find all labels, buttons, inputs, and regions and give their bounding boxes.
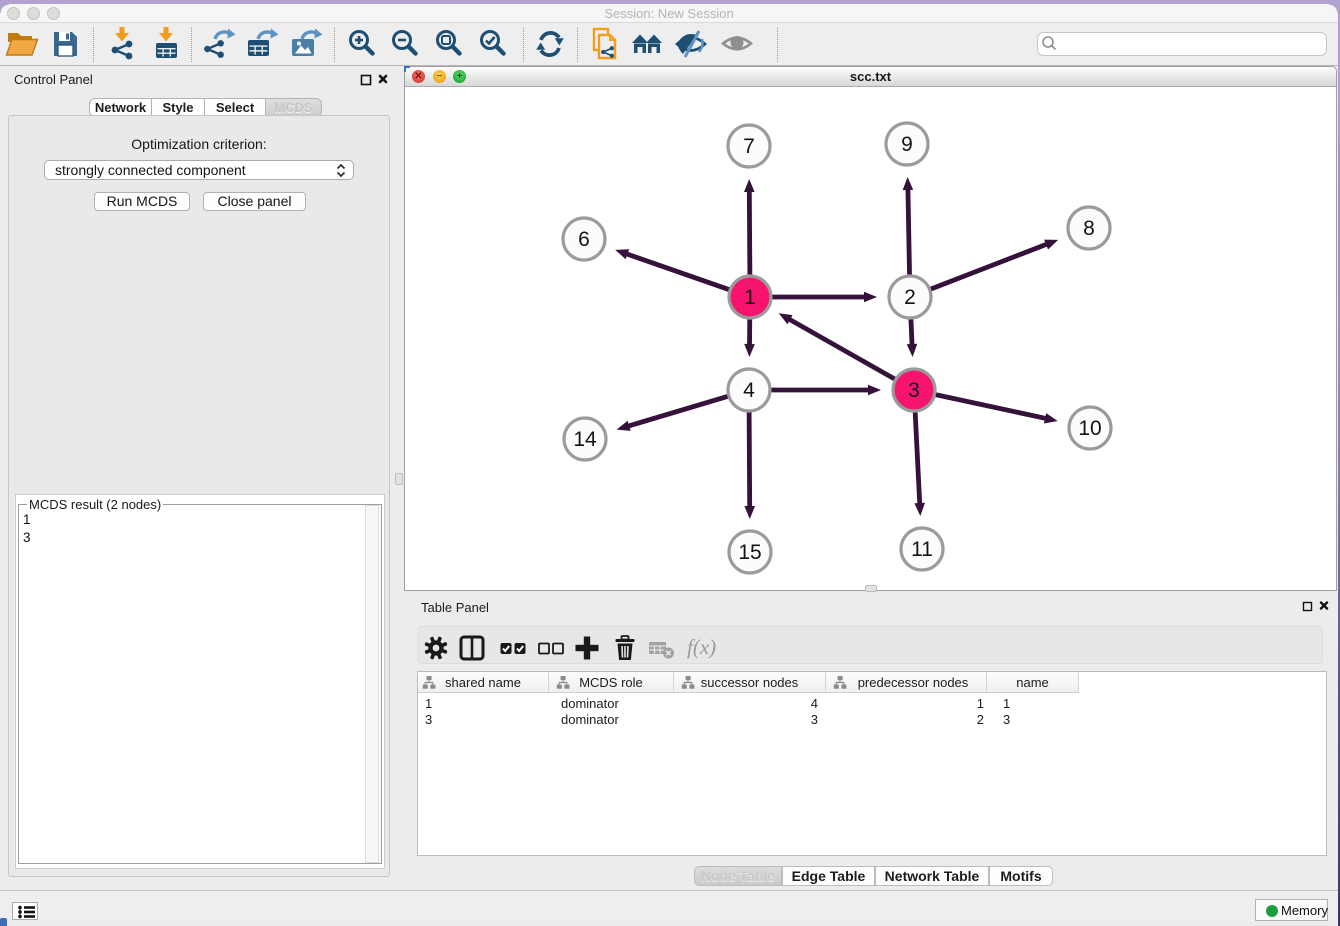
svg-text:4: 4	[743, 379, 755, 402]
svg-text:10: 10	[1078, 417, 1101, 440]
svg-text:8: 8	[1083, 217, 1095, 240]
svg-text:2: 2	[904, 286, 916, 309]
svg-text:14: 14	[573, 428, 597, 451]
svg-text:1: 1	[744, 286, 756, 309]
svg-text:6: 6	[578, 228, 590, 251]
svg-text:15: 15	[738, 541, 761, 564]
svg-text:11: 11	[911, 538, 933, 561]
svg-text:3: 3	[908, 379, 920, 402]
svg-text:9: 9	[901, 133, 913, 156]
svg-text:7: 7	[743, 135, 755, 158]
